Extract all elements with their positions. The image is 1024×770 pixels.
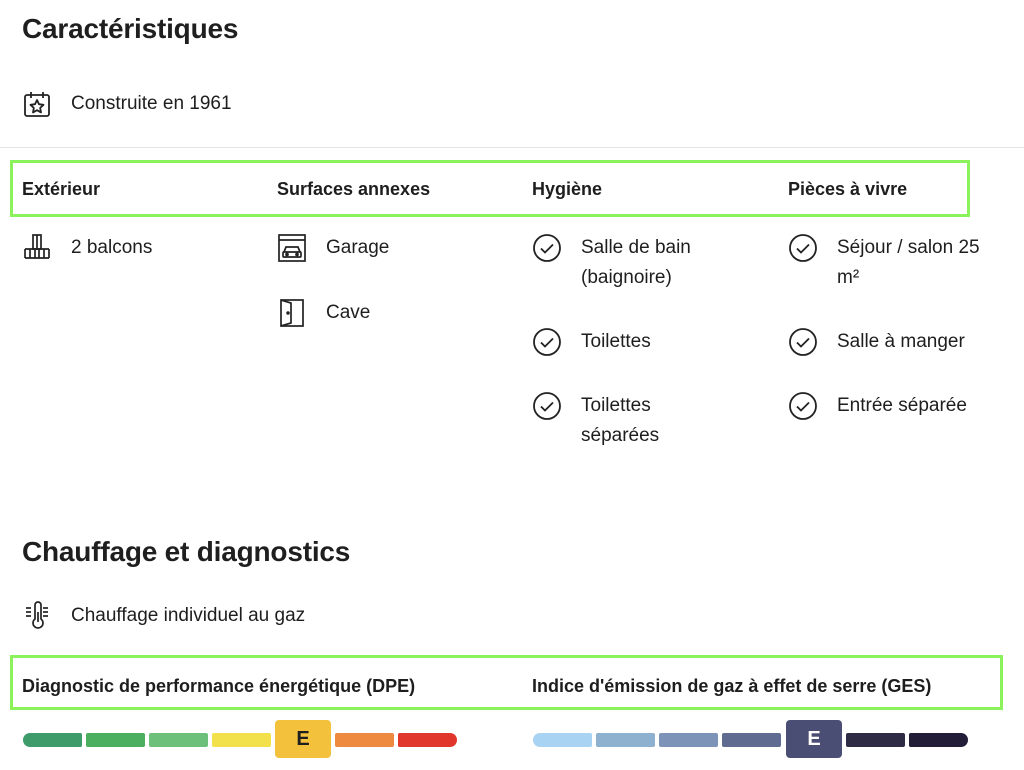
construction-row: Construite en 1961 xyxy=(22,89,232,119)
item-label: Salle à manger xyxy=(837,331,965,352)
item-label: Salle de bain (baignoire) xyxy=(581,237,691,288)
column-title-pieces-a-vivre: Pièces à vivre xyxy=(788,179,908,199)
construction-text: Construite en 1961 xyxy=(71,93,232,114)
list-item: Toilettes xyxy=(532,327,751,357)
dpe-scale-segment xyxy=(86,733,145,747)
item-label: Cave xyxy=(326,302,371,323)
check-circle-icon xyxy=(788,391,818,421)
thermometer-icon xyxy=(22,601,52,631)
section-divider xyxy=(0,147,1024,148)
balcony-icon xyxy=(22,233,52,263)
item-label: Toilettes xyxy=(581,331,651,352)
check-circle-icon xyxy=(788,233,818,263)
column-title-surfaces-annexes: Surfaces annexes xyxy=(277,179,431,199)
list-item: Cave xyxy=(277,298,496,328)
check-circle-icon xyxy=(532,233,562,263)
heating-text: Chauffage individuel au gaz xyxy=(71,605,306,626)
ges-scale-segment xyxy=(909,733,968,747)
list-item: 2 balcons xyxy=(22,233,241,263)
ges-scale-segment xyxy=(846,733,905,747)
ges-title: Indice d'émission de gaz à effet de serr… xyxy=(532,676,932,696)
list-item: Salle à manger xyxy=(788,327,1007,357)
ges-scale-segment xyxy=(596,733,655,747)
list-item: Toilettes séparées xyxy=(532,391,691,451)
item-label: 2 balcons xyxy=(71,237,153,258)
list-item: Salle de bain (baignoire) xyxy=(532,233,751,293)
dpe-scale-segment xyxy=(212,733,271,747)
dpe-rating-badge: E xyxy=(275,720,331,758)
dpe-scale-segment xyxy=(335,733,394,747)
ges-scale-segment xyxy=(533,733,592,747)
calendar-star-icon xyxy=(22,89,52,119)
dpe-scale-segment xyxy=(23,733,82,747)
garage-icon xyxy=(277,233,307,263)
check-circle-icon xyxy=(532,327,562,357)
list-item: Séjour / salon 25 m² xyxy=(788,233,1007,293)
list-item: Entrée séparée xyxy=(788,391,1007,421)
door-icon xyxy=(277,298,307,328)
section-title-chauffage: Chauffage et diagnostics xyxy=(22,536,351,567)
column-title-hygiene: Hygiène xyxy=(532,179,603,199)
section-title-caracteristiques: Caractéristiques xyxy=(22,13,239,44)
check-circle-icon xyxy=(788,327,818,357)
item-label: Entrée séparée xyxy=(837,395,967,416)
ges-scale-segment xyxy=(659,733,718,747)
column-title-exterieur: Extérieur xyxy=(22,179,101,199)
dpe-scale-segment xyxy=(398,733,457,747)
ges-rating-badge: E xyxy=(786,720,842,758)
list-item: Garage xyxy=(277,233,496,263)
item-label: Toilettes séparées xyxy=(581,395,660,446)
item-label: Séjour / salon 25 m² xyxy=(837,237,980,288)
check-circle-icon xyxy=(532,391,562,421)
ges-scale-segment xyxy=(722,733,781,747)
dpe-title: Diagnostic de performance énergétique (D… xyxy=(22,676,416,696)
heating-row: Chauffage individuel au gaz xyxy=(22,601,305,631)
dpe-scale-segment xyxy=(149,733,208,747)
item-label: Garage xyxy=(326,237,390,258)
